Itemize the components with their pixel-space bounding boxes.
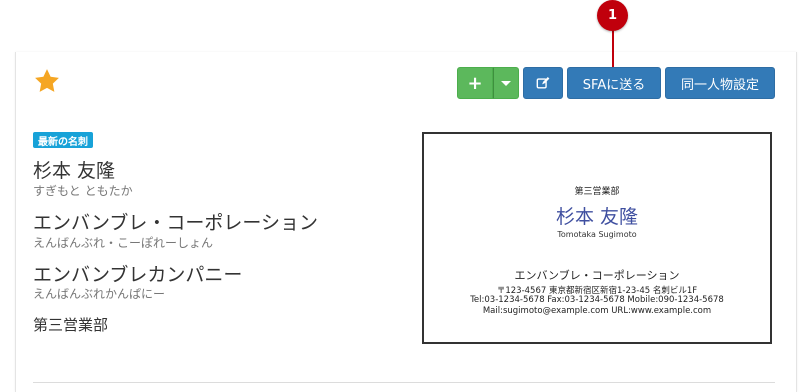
latest-card-badge: 最新の名刺 [33,132,93,148]
card-phone-line: Tel:03-1234-5678 Fax:03-1234-5678 Mobile… [470,295,724,305]
card-company: エンバンブレ・コーポレーション [514,269,680,282]
company-name: エンバンブレ・コーポレーション [33,212,319,234]
add-button[interactable]: + [457,67,493,99]
card-person-name-roman: Tomotaka Sugimoto [557,230,637,239]
section-divider [33,382,775,383]
card-mail-line: Mail:sugimoto@example.com URL:www.exampl… [482,306,712,316]
company-name-kana: えんばんぶれ・こーぽれーしょん [33,236,214,250]
callout-marker: 1 [597,0,628,31]
card-person-name: 杉本 友隆 [555,206,639,228]
department: 第三営業部 [33,316,109,334]
top-strip [0,0,809,52]
callout-line [612,28,614,68]
edit-button[interactable] [523,67,563,99]
same-person-setting-button[interactable]: 同一人物設定 [665,67,775,99]
person-name: 杉本 友隆 [33,160,116,182]
add-dropdown-button[interactable] [493,67,519,99]
card-department: 第三営業部 [574,187,620,197]
favorite-star-icon[interactable] [33,67,61,95]
company-alt-name-kana: えんばんぶれかんぱにー [33,287,166,301]
edit-icon [536,77,550,89]
person-name-kana: すぎもと ともたか [33,184,133,198]
send-to-sfa-button[interactable]: SFAに送る [567,67,661,99]
business-card-image[interactable]: 第三営業部 杉本 友隆 Tomotaka Sugimoto エンバンブレ・コーポ… [422,132,772,344]
caret-down-icon [501,80,511,86]
company-alt-name: エンバンブレカンパニー [33,264,243,286]
